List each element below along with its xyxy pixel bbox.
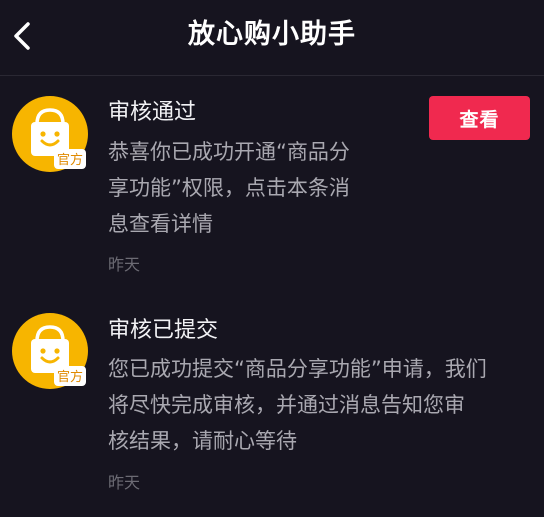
shopping-bag-smiley-icon[interactable]: 官方 (12, 96, 88, 172)
message-title: 审核已提交 (108, 318, 219, 343)
message-time: 昨天 (108, 473, 141, 492)
shopping-bag-smiley-icon[interactable]: 官方 (12, 313, 88, 389)
message-body-line: 恭喜你已成功开通“商品分 (108, 140, 350, 164)
message-body-line: 您已成功提交“商品分享功能”申请，我们 (108, 357, 487, 381)
message-body: 您已成功提交“商品分享功能”申请，我们 将尽快完成审核，并通过消息告知您审 核结… (108, 351, 487, 459)
message-body: 恭喜你已成功开通“商品分 享功能”权限，点击本条消 息查看详情 (108, 134, 350, 242)
nav-bar: 放心购小助手 (0, 0, 544, 76)
page-title: 放心购小助手 (188, 19, 356, 50)
official-tag: 官方 (57, 152, 83, 168)
message-body-line: 将尽快完成审核，并通过消息告知您审 (108, 393, 465, 417)
message-body-line: 息查看详情 (108, 212, 213, 236)
message-body-line: 核结果，请耐心等待 (108, 429, 297, 453)
view-button[interactable]: 查看 (429, 96, 530, 140)
message-time: 昨天 (108, 255, 141, 274)
official-tag: 官方 (57, 369, 83, 385)
message-body-line: 享功能”权限，点击本条消 (108, 176, 350, 200)
message-title: 审核通过 (108, 100, 197, 125)
chat-screen: 放心购小助手 官方 审核通过 恭喜你已成功开通“商品分 享功能”权限，点击本条消… (0, 0, 544, 517)
